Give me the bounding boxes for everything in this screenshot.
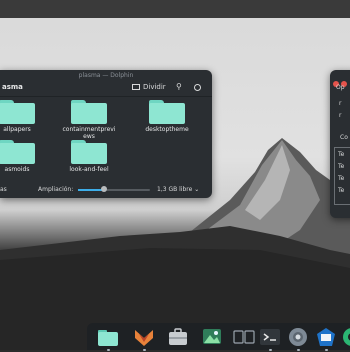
dialog-label: Co bbox=[340, 134, 348, 141]
status-text: as bbox=[0, 186, 7, 193]
settings-dialog[interactable]: Op r r Co Te Te Te Te bbox=[330, 70, 350, 218]
folder-icon bbox=[0, 140, 35, 164]
list-item[interactable]: Te bbox=[338, 163, 344, 170]
folder-view: allpapers containmentpreviews desktopthe… bbox=[0, 98, 212, 182]
list-item[interactable]: Te bbox=[338, 151, 344, 158]
dialog-label: r bbox=[339, 100, 342, 107]
briefcase-icon[interactable] bbox=[167, 326, 189, 348]
split-button[interactable]: Dividir bbox=[132, 83, 166, 91]
folder-item[interactable]: desktoptheme bbox=[140, 100, 194, 133]
system-tray-icon[interactable] bbox=[341, 326, 350, 348]
file-manager-icon[interactable] bbox=[97, 326, 119, 351]
dolphin-window[interactable]: plasma — Dolphin asma Dividir ⚲ allpaper… bbox=[0, 70, 212, 198]
free-space-button[interactable]: 1,3 GB libre ⌄ bbox=[157, 184, 199, 196]
folder-name: asmoids bbox=[4, 166, 30, 173]
chevron-down-icon: ⌄ bbox=[194, 186, 200, 193]
search-icon[interactable]: ⚲ bbox=[176, 82, 182, 91]
folder-icon bbox=[149, 100, 185, 124]
status-bar: as Ampliación: 1,3 GB libre ⌄ bbox=[0, 184, 212, 196]
dock-panel bbox=[87, 323, 350, 351]
dialog-label: Op bbox=[336, 84, 345, 91]
folder-name: allpapers bbox=[3, 126, 31, 133]
free-space-label: 1,3 GB libre bbox=[157, 186, 193, 193]
dialog-label: r bbox=[339, 112, 342, 119]
zoom-slider-handle[interactable] bbox=[100, 186, 107, 192]
folder-item[interactable]: look-and-feel bbox=[62, 140, 116, 173]
task-view-icon[interactable] bbox=[233, 326, 255, 348]
firefox-icon[interactable] bbox=[133, 326, 155, 351]
folder-icon bbox=[71, 140, 107, 164]
list-item[interactable]: Te bbox=[338, 175, 344, 182]
pager-icon[interactable] bbox=[315, 326, 337, 351]
zoom-slider[interactable] bbox=[78, 186, 150, 192]
folder-item[interactable]: asmoids bbox=[0, 140, 44, 173]
window-title: plasma — Dolphin bbox=[78, 72, 134, 79]
terminal-icon[interactable] bbox=[259, 326, 281, 351]
image-viewer-icon[interactable] bbox=[201, 326, 223, 348]
split-button-label: Dividir bbox=[143, 83, 166, 91]
folder-name: desktoptheme bbox=[145, 126, 189, 133]
toolbar: asma Dividir ⚲ bbox=[0, 82, 212, 97]
split-view-icon bbox=[132, 84, 140, 90]
folder-icon bbox=[71, 100, 107, 124]
list-item[interactable]: Te bbox=[338, 187, 344, 194]
settings-icon[interactable] bbox=[287, 326, 309, 351]
zoom-label: Ampliación: bbox=[38, 186, 74, 193]
folder-item[interactable]: allpapers bbox=[0, 100, 44, 133]
folder-icon bbox=[0, 100, 35, 124]
folder-name: containmentpreviews bbox=[62, 126, 116, 140]
folder-name: look-and-feel bbox=[69, 166, 109, 173]
hamburger-menu-icon[interactable] bbox=[194, 84, 201, 91]
location-breadcrumb[interactable]: asma bbox=[2, 83, 23, 91]
folder-item[interactable]: containmentpreviews bbox=[62, 100, 116, 140]
